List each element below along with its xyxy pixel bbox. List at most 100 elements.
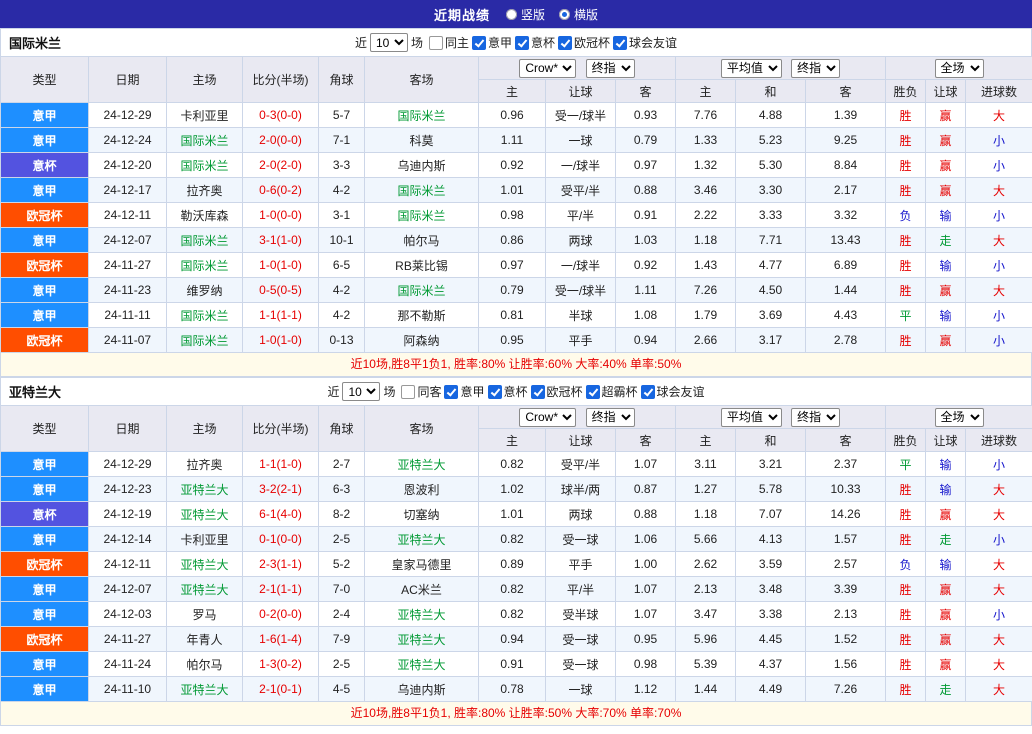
away-team-cell[interactable]: 国际米兰	[365, 103, 479, 128]
score-cell[interactable]: 1-0(1-0)	[243, 328, 319, 353]
home-team-cell[interactable]: 罗马	[167, 602, 243, 627]
filter-checkbox-3[interactable]: 欧冠杯	[531, 383, 583, 400]
home-team-cell[interactable]: 维罗纳	[167, 278, 243, 303]
handicap-final-select[interactable]: 终指	[586, 408, 635, 427]
home-team-cell[interactable]: 国际米兰	[167, 128, 243, 153]
home-team-cell[interactable]: 亚特兰大	[167, 552, 243, 577]
score-cell[interactable]: 2-1(0-1)	[243, 677, 319, 702]
handicap-result-cell: 走	[926, 228, 966, 253]
home-team-cell[interactable]: 亚特兰大	[167, 477, 243, 502]
home-team-cell[interactable]: 拉齐奥	[167, 178, 243, 203]
away-team-cell[interactable]: 恩波利	[365, 477, 479, 502]
filter-checkbox-2[interactable]: 意杯	[488, 383, 528, 400]
handicap-away-odds-cell: 1.07	[616, 452, 676, 477]
home-team-cell[interactable]: 国际米兰	[167, 303, 243, 328]
away-team-cell[interactable]: 国际米兰	[365, 178, 479, 203]
handicap-away-odds-cell: 0.93	[616, 103, 676, 128]
home-team-cell[interactable]: 亚特兰大	[167, 577, 243, 602]
away-team-cell[interactable]: 阿森纳	[365, 328, 479, 353]
score-cell[interactable]: 1-1(1-1)	[243, 303, 319, 328]
score-cell[interactable]: 0-5(0-5)	[243, 278, 319, 303]
score-cell[interactable]: 0-2(0-0)	[243, 602, 319, 627]
europe-final-select[interactable]: 终指	[791, 408, 840, 427]
score-cell[interactable]: 1-0(1-0)	[243, 253, 319, 278]
average-odds-select[interactable]: 平均值	[721, 408, 782, 427]
recent-count-select[interactable]: 10	[342, 382, 380, 401]
score-cell[interactable]: 0-3(0-0)	[243, 103, 319, 128]
score-cell[interactable]: 6-1(4-0)	[243, 502, 319, 527]
away-team-cell[interactable]: 亚特兰大	[365, 627, 479, 652]
score-cell[interactable]: 0-6(0-2)	[243, 178, 319, 203]
corner-cell: 5-7	[319, 103, 365, 128]
score-cell[interactable]: 1-3(0-2)	[243, 652, 319, 677]
view-radio-horizontal[interactable]: 横版	[559, 6, 598, 23]
score-cell[interactable]: 0-1(0-0)	[243, 527, 319, 552]
filter-checkbox-1[interactable]: 意甲	[472, 34, 512, 51]
score-cell[interactable]: 1-6(1-4)	[243, 627, 319, 652]
avg-away-cell: 7.26	[806, 677, 886, 702]
filter-checkbox-5[interactable]: 球会友谊	[641, 383, 705, 400]
away-team-cell[interactable]: 科莫	[365, 128, 479, 153]
away-team-cell[interactable]: 乌迪内斯	[365, 677, 479, 702]
away-team-cell[interactable]: 亚特兰大	[365, 452, 479, 477]
away-team-cell[interactable]: 帕尔马	[365, 228, 479, 253]
home-team-cell[interactable]: 卡利亚里	[167, 103, 243, 128]
league-type-cell: 意甲	[1, 228, 89, 253]
away-team-cell[interactable]: 那不勒斯	[365, 303, 479, 328]
goals-result-cell: 大	[966, 103, 1032, 128]
view-radio-vertical[interactable]: 竖版	[506, 6, 545, 23]
europe-final-select[interactable]: 终指	[791, 59, 840, 78]
result-cell: 胜	[886, 602, 926, 627]
score-cell[interactable]: 3-2(2-1)	[243, 477, 319, 502]
filter-checkbox-0[interactable]: 同主	[429, 34, 469, 51]
filter-checkbox-4[interactable]: 球会友谊	[613, 34, 677, 51]
score-cell[interactable]: 1-0(0-0)	[243, 203, 319, 228]
date-cell: 24-12-03	[89, 602, 167, 627]
filter-checkbox-4[interactable]: 超霸杯	[586, 383, 638, 400]
home-team-cell[interactable]: 亚特兰大	[167, 677, 243, 702]
home-team-cell[interactable]: 帕尔马	[167, 652, 243, 677]
filter-checkbox-2[interactable]: 意杯	[515, 34, 555, 51]
away-team-cell[interactable]: 国际米兰	[365, 203, 479, 228]
handicap-final-select[interactable]: 终指	[586, 59, 635, 78]
handicap-home-odds-cell: 1.01	[479, 178, 546, 203]
recent-count-select[interactable]: 10	[370, 33, 408, 52]
away-team-cell[interactable]: AC米兰	[365, 577, 479, 602]
away-team-cell[interactable]: 亚特兰大	[365, 602, 479, 627]
section-header-bar: 国际米兰 近 10 场 同主意甲意杯欧冠杯球会友谊	[0, 28, 1032, 56]
home-team-cell[interactable]: 国际米兰	[167, 253, 243, 278]
score-cell[interactable]: 2-0(2-0)	[243, 153, 319, 178]
away-team-cell[interactable]: RB莱比锡	[365, 253, 479, 278]
odds-company-select[interactable]: Crow*	[519, 59, 576, 78]
home-team-cell[interactable]: 国际米兰	[167, 328, 243, 353]
handicap-cell: 两球	[546, 502, 616, 527]
away-team-cell[interactable]: 切塞纳	[365, 502, 479, 527]
filter-checkbox-1[interactable]: 意甲	[444, 383, 484, 400]
fulltime-select[interactable]: 全场	[935, 59, 984, 78]
home-team-cell[interactable]: 国际米兰	[167, 153, 243, 178]
home-team-cell[interactable]: 亚特兰大	[167, 502, 243, 527]
home-team-cell[interactable]: 年青人	[167, 627, 243, 652]
away-team-cell[interactable]: 乌迪内斯	[365, 153, 479, 178]
filter-checkbox-3[interactable]: 欧冠杯	[558, 34, 610, 51]
home-team-cell[interactable]: 勒沃库森	[167, 203, 243, 228]
score-cell[interactable]: 3-1(1-0)	[243, 228, 319, 253]
handicap-cell: 一/球半	[546, 253, 616, 278]
home-team-cell[interactable]: 拉齐奥	[167, 452, 243, 477]
home-team-cell[interactable]: 国际米兰	[167, 228, 243, 253]
avg-away-cell: 9.25	[806, 128, 886, 153]
away-team-cell[interactable]: 国际米兰	[365, 278, 479, 303]
col-header-odds-away: 客	[616, 429, 676, 452]
average-odds-select[interactable]: 平均值	[721, 59, 782, 78]
score-cell[interactable]: 1-1(1-0)	[243, 452, 319, 477]
score-cell[interactable]: 2-0(0-0)	[243, 128, 319, 153]
odds-company-select[interactable]: Crow*	[519, 408, 576, 427]
home-team-cell[interactable]: 卡利亚里	[167, 527, 243, 552]
fulltime-select[interactable]: 全场	[935, 408, 984, 427]
score-cell[interactable]: 2-1(1-1)	[243, 577, 319, 602]
away-team-cell[interactable]: 皇家马德里	[365, 552, 479, 577]
filter-checkbox-0[interactable]: 同客	[401, 383, 441, 400]
away-team-cell[interactable]: 亚特兰大	[365, 652, 479, 677]
score-cell[interactable]: 2-3(1-1)	[243, 552, 319, 577]
away-team-cell[interactable]: 亚特兰大	[365, 527, 479, 552]
